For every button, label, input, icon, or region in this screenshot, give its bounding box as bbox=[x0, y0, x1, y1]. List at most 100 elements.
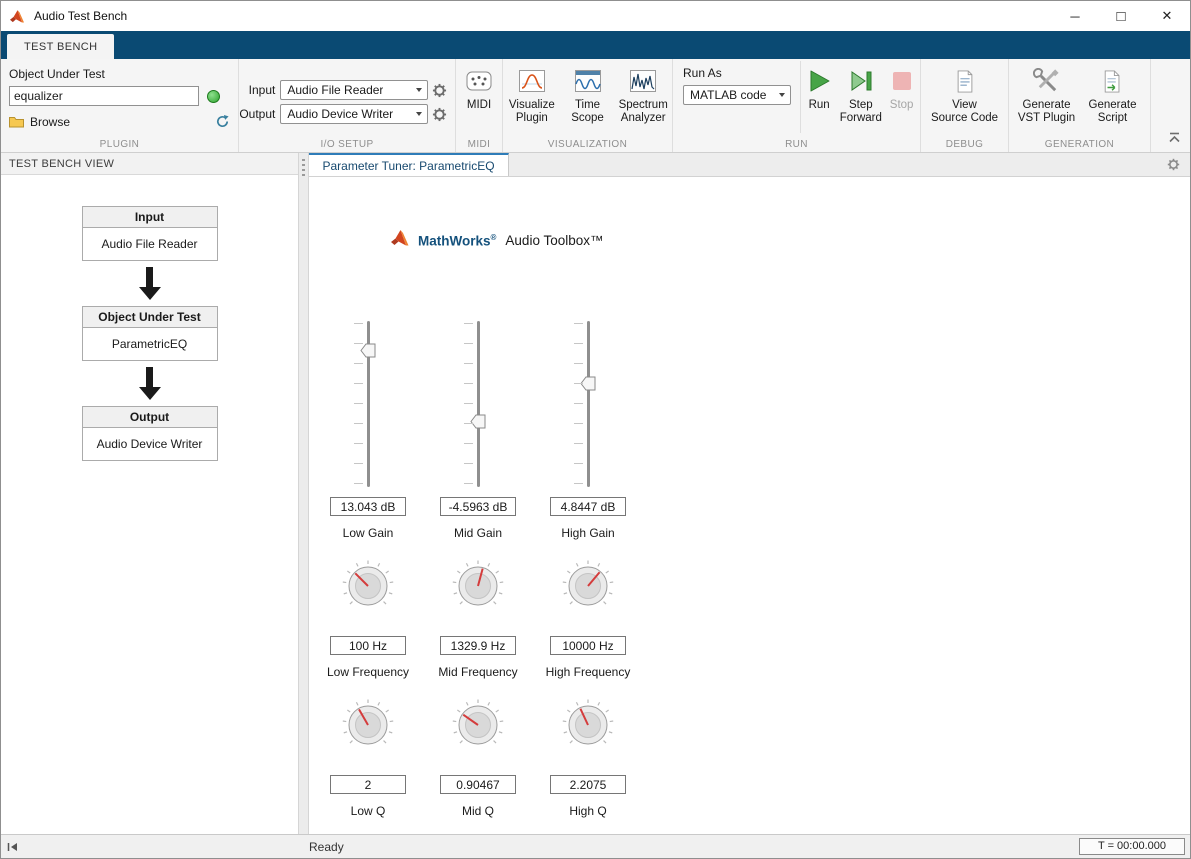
slider-thumb[interactable] bbox=[360, 343, 376, 358]
content-area: TEST BENCH VIEW Input Audio File Reader … bbox=[1, 153, 1190, 834]
midi-section: MIDI MIDI bbox=[456, 59, 503, 152]
output-dropdown[interactable]: Audio Device Writer bbox=[280, 104, 428, 124]
flow-arrow-down-icon bbox=[138, 261, 161, 306]
high-gain-slider[interactable] bbox=[560, 319, 616, 489]
app-window: Audio Test Bench ─ □ ✕ TEST BENCH Object… bbox=[0, 0, 1191, 859]
mid-frequency-field[interactable] bbox=[440, 636, 516, 655]
stop-button[interactable]: Stop bbox=[884, 59, 919, 135]
high-band-column: High Gain High Frequency bbox=[533, 319, 643, 818]
visualization-section-label: VISUALIZATION bbox=[547, 139, 628, 150]
tab-test-bench[interactable]: TEST BENCH bbox=[7, 34, 115, 59]
spectrum-analyzer-button[interactable]: Spectrum Analyzer bbox=[615, 59, 671, 135]
mid-gain-field[interactable] bbox=[440, 497, 516, 516]
low-q-label: Low Q bbox=[350, 804, 386, 818]
diagram-block-value: Audio File Reader bbox=[101, 237, 198, 251]
mid-q-knob[interactable] bbox=[450, 697, 506, 753]
run-as-dropdown[interactable]: MATLAB code bbox=[683, 85, 791, 105]
generation-section-label: GENERATION bbox=[1044, 139, 1115, 150]
visualize-plugin-button[interactable]: Visualize Plugin bbox=[504, 59, 560, 135]
io-setup-section-label: I/O SETUP bbox=[320, 139, 374, 150]
midi-button-label: MIDI bbox=[466, 99, 492, 111]
run-label: Run bbox=[808, 99, 830, 111]
minimize-button[interactable]: ─ bbox=[1052, 1, 1098, 31]
high-q-knob[interactable] bbox=[560, 697, 616, 753]
mathworks-membrane-icon bbox=[391, 229, 411, 252]
test-bench-diagram-area: Input Audio File Reader Object Under Tes… bbox=[1, 175, 298, 834]
visualize-plugin-label: Visualize Plugin bbox=[508, 99, 555, 124]
low-gain-slider[interactable] bbox=[340, 319, 396, 489]
window-title: Audio Test Bench bbox=[34, 9, 128, 23]
high-gain-field[interactable] bbox=[550, 497, 626, 516]
midi-icon bbox=[466, 66, 492, 96]
generate-vst-plugin-button[interactable]: Generate VST Plugin bbox=[1014, 59, 1080, 135]
low-frequency-knob[interactable] bbox=[340, 558, 396, 614]
high-frequency-field[interactable] bbox=[550, 636, 626, 655]
stop-label: Stop bbox=[889, 99, 914, 111]
browse-button[interactable]: Browse bbox=[9, 115, 70, 129]
splitter-grip[interactable] bbox=[302, 159, 305, 177]
input-dropdown[interactable]: Audio File Reader bbox=[280, 80, 428, 100]
diagram-input-block: Input Audio File Reader bbox=[81, 206, 218, 261]
parameter-tuner-grid: Low Gain Low Frequency bbox=[313, 319, 643, 818]
low-q-field[interactable] bbox=[330, 775, 406, 794]
document-tab-bar: Parameter Tuner: ParametricEQ bbox=[309, 153, 1190, 177]
slider-track bbox=[586, 321, 590, 487]
run-as-dropdown-value: MATLAB code bbox=[690, 88, 767, 102]
object-under-test-input[interactable] bbox=[9, 86, 199, 106]
collapse-ribbon-icon[interactable] bbox=[1168, 130, 1181, 148]
input-settings-gear-icon[interactable] bbox=[432, 83, 447, 98]
toolstrip-spacer bbox=[1151, 59, 1190, 152]
midi-button[interactable]: MIDI bbox=[457, 59, 501, 135]
build-tools-icon bbox=[1033, 66, 1060, 96]
panel-splitter[interactable] bbox=[298, 153, 309, 834]
generate-script-button[interactable]: Generate Script bbox=[1080, 59, 1146, 135]
mid-frequency-knob[interactable] bbox=[450, 558, 506, 614]
view-source-code-button[interactable]: View Source Code bbox=[928, 59, 1002, 135]
low-gain-field[interactable] bbox=[330, 497, 406, 516]
chevron-down-icon bbox=[779, 93, 785, 97]
flow-arrow-down-icon bbox=[138, 361, 161, 406]
slider-track bbox=[476, 321, 480, 487]
maximize-button[interactable]: □ bbox=[1098, 1, 1144, 31]
high-q-field[interactable] bbox=[550, 775, 626, 794]
tab-parameter-tuner[interactable]: Parameter Tuner: ParametricEQ bbox=[309, 153, 509, 176]
low-frequency-field[interactable] bbox=[330, 636, 406, 655]
document-panel: Parameter Tuner: ParametricEQ MathWorks®… bbox=[309, 153, 1190, 834]
status-text: Ready bbox=[309, 840, 344, 854]
step-forward-label: Step Forward bbox=[839, 99, 882, 124]
slider-thumb[interactable] bbox=[470, 414, 486, 429]
low-gain-label: Low Gain bbox=[342, 526, 394, 540]
mid-q-field[interactable] bbox=[440, 775, 516, 794]
generate-vst-plugin-label: Generate VST Plugin bbox=[1017, 99, 1076, 124]
diagram-output-block: Output Audio Device Writer bbox=[81, 406, 218, 461]
run-section: Run As MATLAB code Run Step Forward Stop… bbox=[673, 59, 921, 152]
diagram-block-title: Output bbox=[82, 407, 217, 428]
mid-frequency-label: Mid Frequency bbox=[438, 665, 518, 679]
plugin-section: Object Under Test Browse bbox=[1, 59, 239, 152]
product-name: Audio Toolbox™ bbox=[505, 233, 604, 248]
stop-icon bbox=[889, 66, 915, 96]
time-scope-button[interactable]: Time Scope bbox=[560, 59, 616, 135]
high-frequency-label: High Frequency bbox=[545, 665, 631, 679]
time-scope-label: Time Scope bbox=[571, 99, 604, 124]
low-q-knob[interactable] bbox=[340, 697, 396, 753]
chevron-down-icon bbox=[416, 88, 422, 92]
plugin-section-label: PLUGIN bbox=[99, 139, 140, 150]
diagram-block-title: Object Under Test bbox=[82, 307, 217, 328]
run-button[interactable]: Run bbox=[801, 59, 837, 135]
mid-gain-slider[interactable] bbox=[450, 319, 506, 489]
visualization-section: Visualize Plugin Time Scope Spectrum Ana… bbox=[503, 59, 673, 152]
low-band-column: Low Gain Low Frequency bbox=[313, 319, 423, 818]
collapse-left-panel-icon[interactable] bbox=[6, 841, 19, 853]
ribbon-tab-row: TEST BENCH bbox=[1, 31, 1190, 59]
step-forward-button[interactable]: Step Forward bbox=[837, 59, 884, 135]
time-scope-icon bbox=[574, 66, 602, 96]
tab-options-gear-icon[interactable] bbox=[1167, 158, 1180, 176]
refresh-icon[interactable] bbox=[215, 114, 230, 129]
close-button[interactable]: ✕ bbox=[1144, 1, 1190, 31]
output-settings-gear-icon[interactable] bbox=[432, 107, 447, 122]
debug-section-label: DEBUG bbox=[945, 139, 984, 150]
plugin-valid-indicator bbox=[207, 89, 220, 103]
object-under-test-label: Object Under Test bbox=[9, 67, 105, 81]
high-frequency-knob[interactable] bbox=[560, 558, 616, 614]
